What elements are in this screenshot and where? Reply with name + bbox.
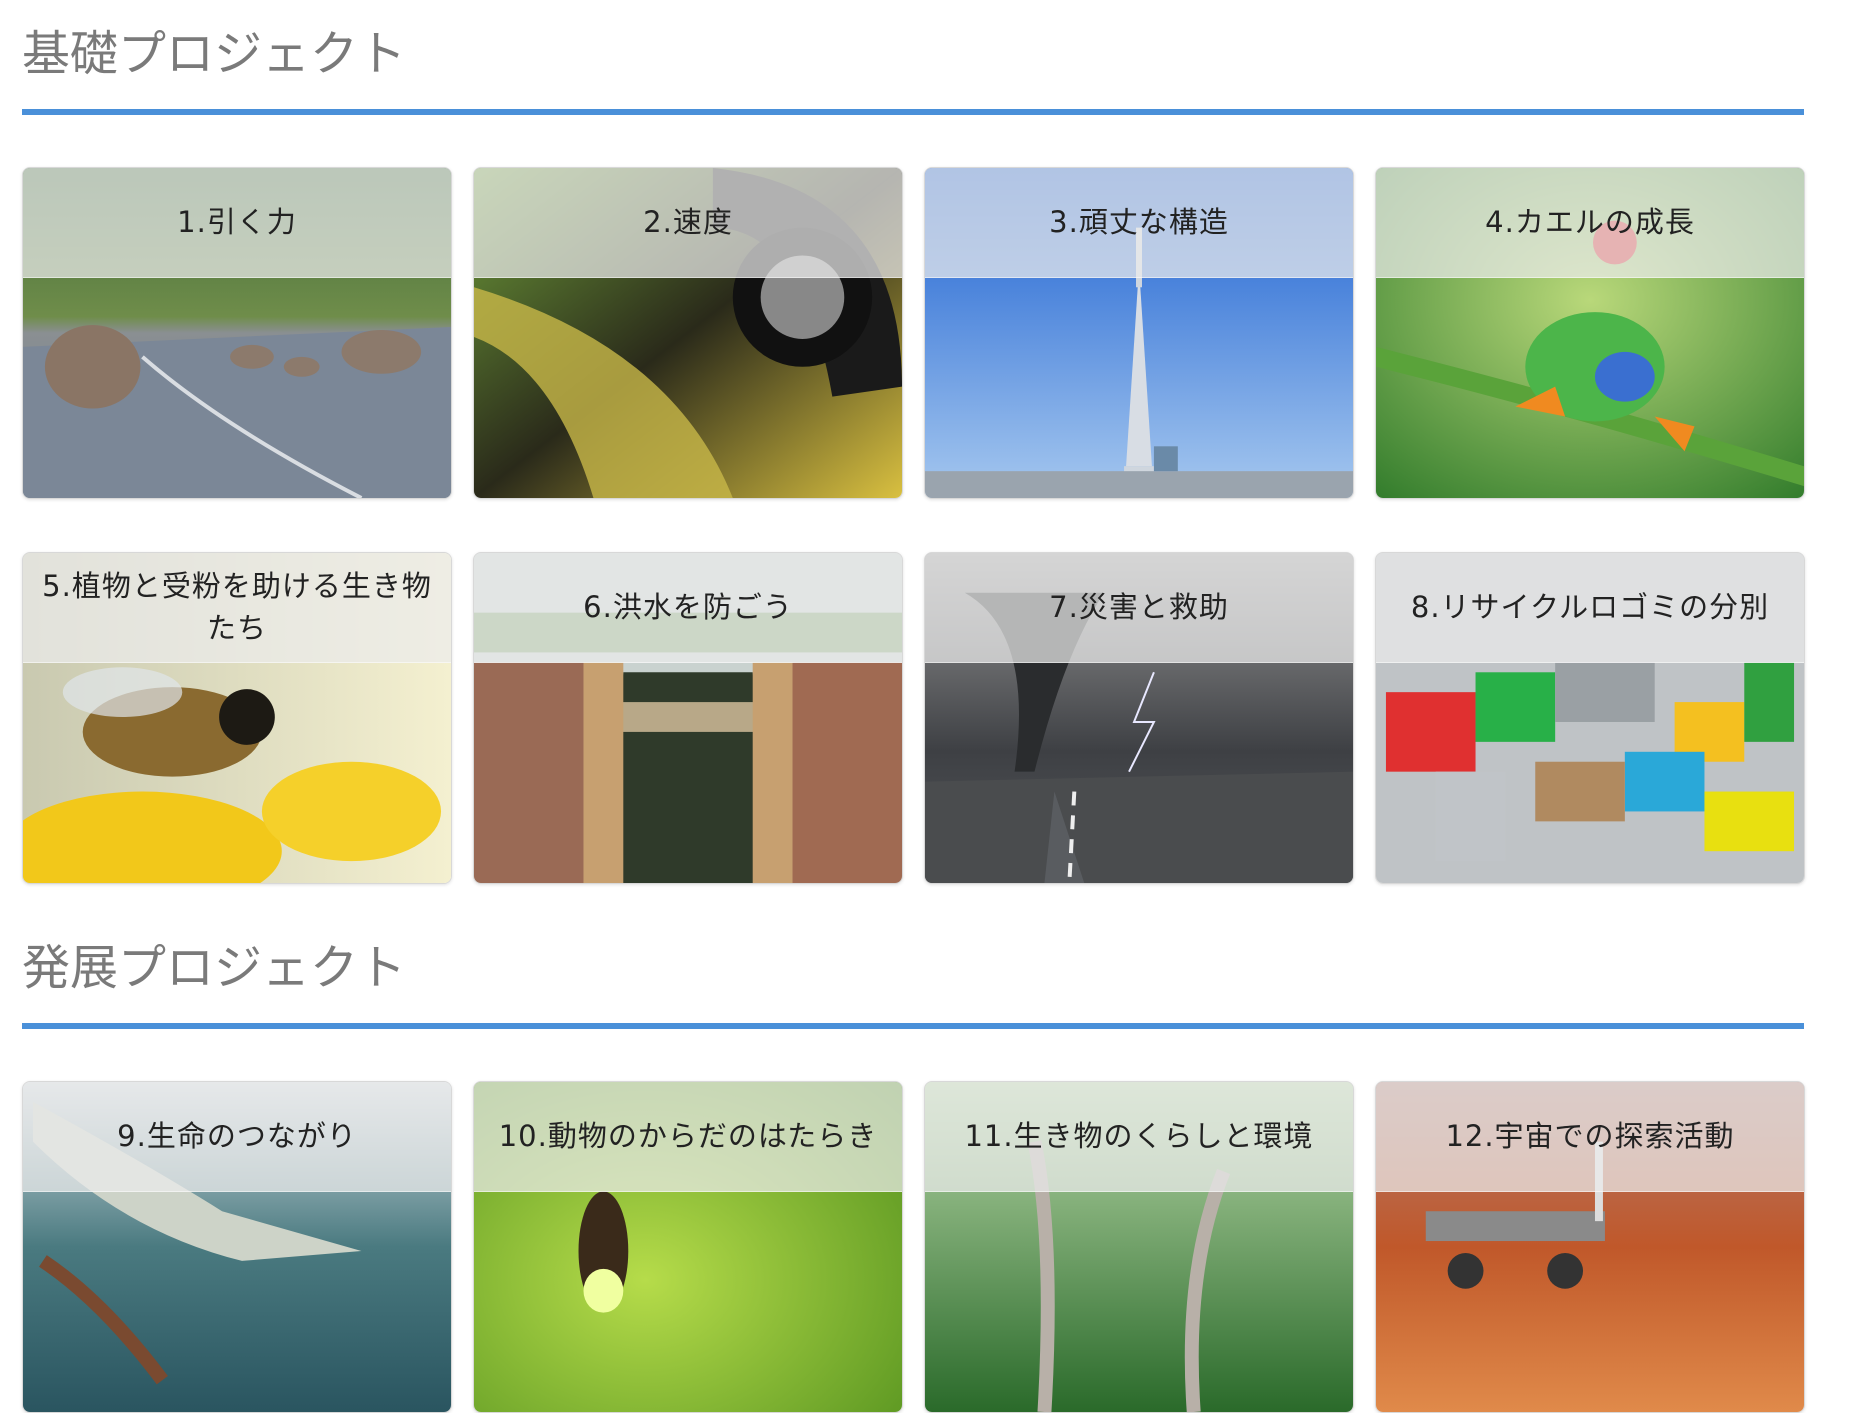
card-header: 5.植物と受粉を助ける生き物たち [23,553,451,663]
card-title: 10.動物のからだのはたらき [498,1118,878,1153]
project-card-3[interactable]: 3.頑丈な構造 [924,167,1354,499]
card-header: 8.リサイクルロゴミの分別 [1376,553,1804,663]
card-header: 12.宇宙での探索活動 [1376,1082,1804,1192]
card-title: 7.災害と救助 [1049,589,1229,624]
card-title: 6.洪水を防ごう [583,589,793,624]
card-title: 8.リサイクルロゴミの分別 [1410,589,1770,624]
card-header: 1.引く力 [23,168,451,278]
card-header: 2.速度 [474,168,902,278]
card-header: 3.頑丈な構造 [925,168,1353,278]
project-card-8[interactable]: 8.リサイクルロゴミの分別 [1375,552,1805,884]
project-card-10[interactable]: 10.動物のからだのはたらき [473,1081,903,1413]
card-title: 3.頑丈な構造 [1049,204,1229,239]
project-card-2[interactable]: 2.速度 [473,167,903,499]
project-card-6[interactable]: 6.洪水を防ごう [473,552,903,884]
project-card-9[interactable]: 9.生命のつながり [22,1081,452,1413]
card-title: 1.引く力 [177,204,297,239]
card-title: 2.速度 [643,204,733,239]
project-card-5[interactable]: 5.植物と受粉を助ける生き物たち [22,552,452,884]
project-card-1[interactable]: 1.引く力 [22,167,452,499]
card-header: 6.洪水を防ごう [474,553,902,663]
card-header: 10.動物のからだのはたらき [474,1082,902,1192]
project-card-7[interactable]: 7.災害と救助 [924,552,1354,884]
card-title: 12.宇宙での探索活動 [1445,1118,1735,1153]
card-header: 7.災害と救助 [925,553,1353,663]
card-title: 4.カエルの成長 [1485,204,1695,239]
project-card-4[interactable]: 4.カエルの成長 [1375,167,1805,499]
section-title-basic: 基礎プロジェクト [22,26,407,82]
section-divider [22,109,1804,115]
project-card-12[interactable]: 12.宇宙での探索活動 [1375,1081,1805,1413]
card-header: 4.カエルの成長 [1376,168,1804,278]
card-title: 5.植物と受粉を助ける生き物たち [42,569,432,645]
section-title-advanced: 発展プロジェクト [22,940,407,996]
project-card-11[interactable]: 11.生き物のくらしと環境 [924,1081,1354,1413]
card-title: 9.生命のつながり [117,1118,357,1153]
section-divider [22,1023,1804,1029]
card-header: 11.生き物のくらしと環境 [925,1082,1353,1192]
card-title: 11.生き物のくらしと環境 [964,1118,1314,1153]
card-header: 9.生命のつながり [23,1082,451,1192]
